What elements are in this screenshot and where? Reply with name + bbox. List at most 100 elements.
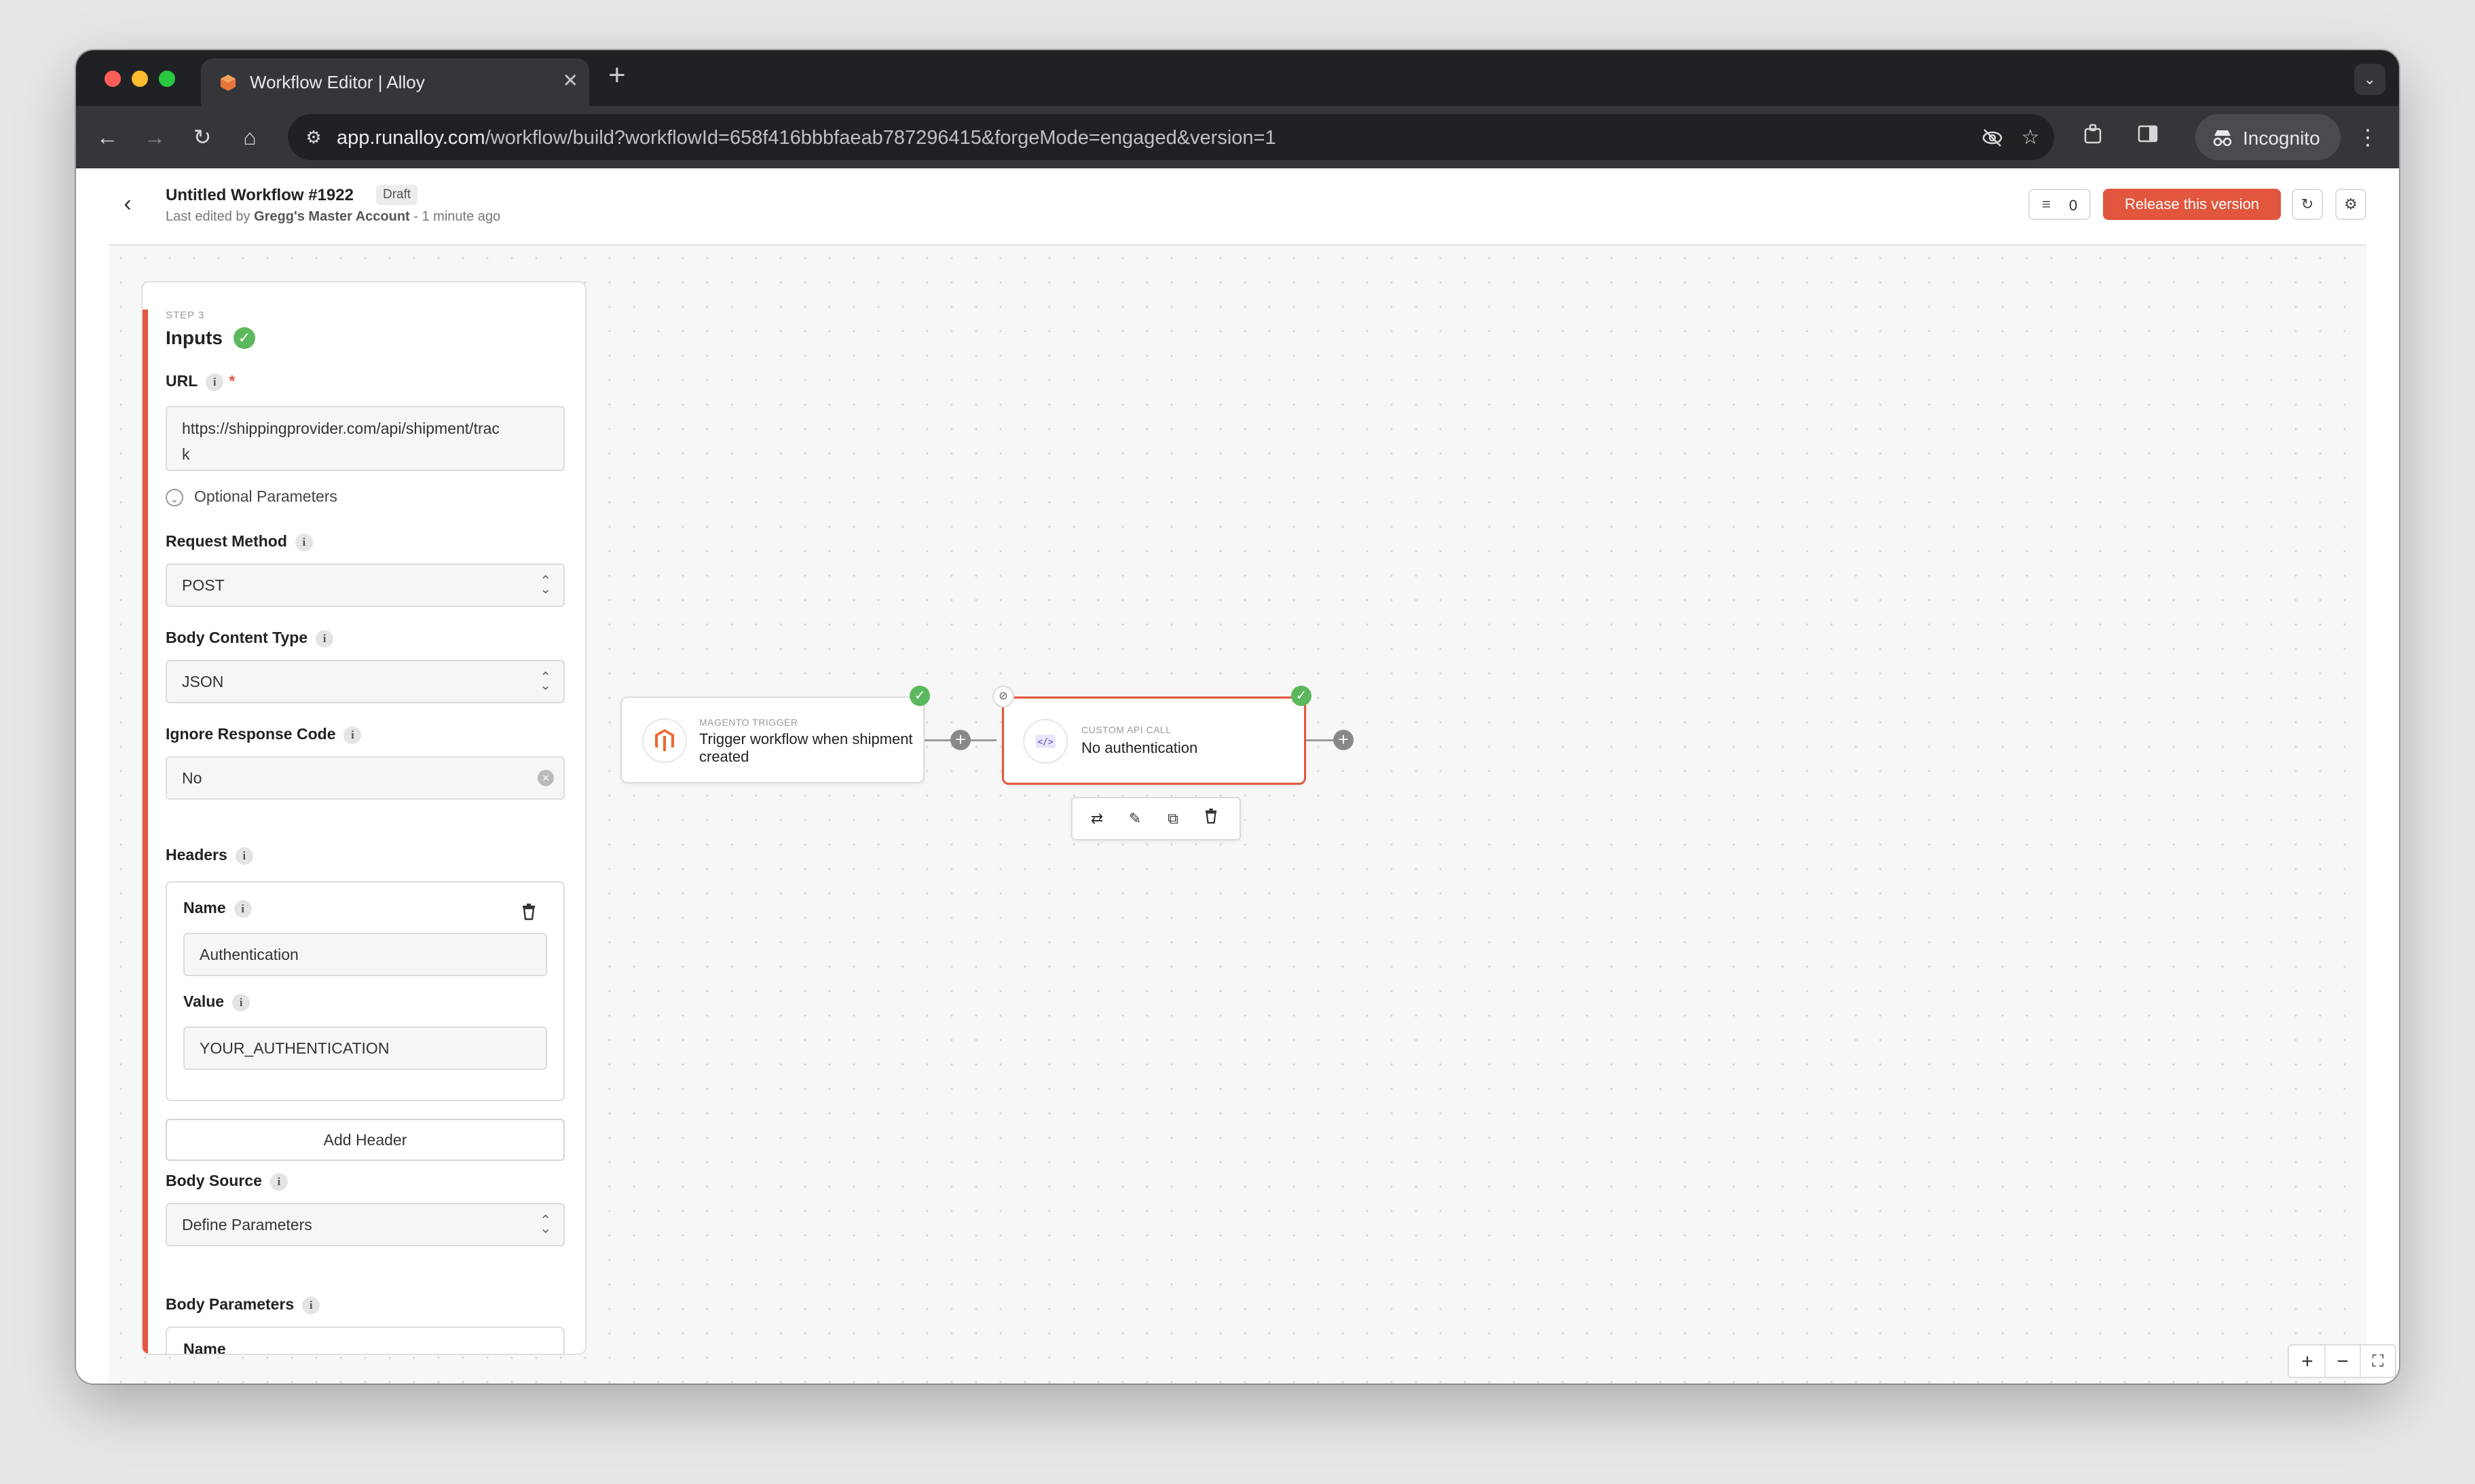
header-name-label: Name i [183, 899, 252, 918]
zoom-in-icon[interactable]: + [2290, 1347, 2324, 1377]
body-parameters-label: Body Parameters i [166, 1295, 320, 1314]
info-icon[interactable]: i [235, 847, 253, 865]
eye-off-icon[interactable]: ⊘ [992, 686, 1014, 707]
ignore-response-code-label: Ignore Response Code i [166, 725, 362, 744]
fit-view-icon[interactable]: ⛶ [2361, 1347, 2395, 1377]
issues-count: 0 [2069, 197, 2078, 214]
side-panel-icon[interactable] [2133, 122, 2163, 152]
settings-icon[interactable]: ⚙ [2335, 189, 2366, 220]
trash-icon[interactable] [1200, 808, 1222, 830]
zoom-controls: + − ⛶ [2288, 1344, 2396, 1378]
body-content-type-select[interactable]: JSON ⌃ ⌄ [166, 660, 565, 703]
magento-icon [655, 729, 674, 752]
info-icon[interactable]: i [269, 1172, 288, 1191]
header-value-input[interactable]: YOUR_AUTHENTICATION [183, 1026, 547, 1070]
required-asterisk: * [229, 372, 236, 390]
incognito-icon [2213, 130, 2232, 147]
ignore-response-code-select[interactable]: No × [166, 756, 565, 800]
minimize-window-button[interactable] [132, 71, 148, 87]
swap-icon[interactable]: ⇄ [1086, 808, 1108, 830]
header-entry: Name i Authentication Value i YOUR_AUTHENT… [166, 881, 565, 1101]
issues-button[interactable]: ≡ 0 [2028, 189, 2091, 220]
body-param-name-label: Name [183, 1340, 226, 1355]
header-name-input[interactable]: Authentication [183, 933, 547, 976]
delete-header-icon[interactable] [521, 903, 536, 921]
back-icon[interactable]: ← [92, 122, 122, 152]
address-bar[interactable]: ⚙ app.runalloy.com/workflow/build?workfl… [288, 114, 2054, 160]
workflow-canvas[interactable]: STEP 3 Inputs ✓ URL i * https://shippingpr… [109, 246, 2396, 1384]
site-info-icon[interactable]: ⚙ [303, 126, 324, 148]
body-parameter-entry: Name [166, 1327, 565, 1355]
reload-icon[interactable]: ↻ [187, 122, 217, 152]
maximize-window-button[interactable] [159, 71, 175, 87]
select-chevron-icon: ⌃ ⌄ [540, 574, 551, 597]
node-type-label: MAGENTO TRIGGER [699, 717, 798, 728]
body-source-label: Body Source i [166, 1172, 288, 1191]
step-inputs-panel: STEP 3 Inputs ✓ URL i * https://shippingpr… [141, 281, 587, 1355]
url-input[interactable]: https://shippingprovider.com/api/shipmen… [166, 406, 565, 471]
node-action-toolbar: ⇄ ✎ ⧉ [1071, 797, 1241, 840]
alloy-favicon-icon [221, 75, 236, 91]
node-description: No authentication [1081, 739, 1198, 756]
node-type-label: CUSTOM API CALL [1081, 724, 1172, 735]
extensions-icon[interactable] [2079, 122, 2108, 152]
request-method-select[interactable]: POST ⌃ ⌄ [166, 563, 565, 607]
close-tab-icon[interactable]: ✕ [563, 69, 578, 92]
chevron-down-icon: ⌄ [166, 488, 183, 506]
incognito-indicator[interactable]: Incognito [2195, 114, 2341, 160]
close-window-button[interactable] [105, 71, 121, 87]
node-icon [642, 718, 687, 763]
connector-line [1306, 739, 1333, 741]
add-step-icon[interactable]: + [950, 730, 971, 750]
complete-check-icon: ✓ [234, 327, 255, 349]
edit-icon[interactable]: ✎ [1124, 808, 1146, 830]
svg-text:</>: </> [1037, 737, 1054, 747]
info-icon[interactable]: i [316, 629, 334, 648]
url-text[interactable]: app.runalloy.com/workflow/build?workflow… [337, 127, 1276, 149]
new-tab-button[interactable]: + [608, 58, 626, 92]
release-version-button[interactable]: Release this version [2103, 189, 2281, 220]
custom-api-call-node[interactable]: </> CUSTOM API CALL No authentication [1002, 697, 1306, 785]
browser-toolbar: ← → ↻ ⌂ ⚙ app.runalloy.com/workflow/buil… [76, 106, 2399, 168]
status-badge: Draft [376, 185, 418, 205]
url-label: URL i * [166, 372, 236, 391]
clear-icon[interactable]: × [538, 770, 554, 786]
panel-accent-bar [143, 310, 148, 1354]
select-chevron-icon: ⌃ ⌄ [540, 1213, 551, 1236]
back-chevron-icon[interactable]: ‹ [117, 192, 138, 215]
node-icon: </> [1023, 719, 1068, 764]
eye-off-icon[interactable] [1981, 126, 2004, 149]
body-content-type-label: Body Content Type i [166, 629, 334, 648]
forward-icon[interactable]: → [140, 122, 170, 152]
list-icon: ≡ [2042, 196, 2051, 212]
tab-search-button[interactable]: ⌄ [2354, 64, 2385, 95]
info-icon[interactable]: i [234, 899, 252, 918]
magento-trigger-node[interactable]: MAGENTO TRIGGER Trigger workflow when sh… [620, 697, 925, 783]
history-icon[interactable]: ↻ [2292, 189, 2323, 220]
panel-heading: Inputs [166, 327, 223, 348]
select-chevron-icon: ⌃ ⌄ [540, 670, 551, 693]
last-edited-text: Last edited by Gregg's Master Account - … [166, 209, 501, 224]
workflow-title[interactable]: Untitled Workflow #1922 [166, 186, 354, 205]
info-icon[interactable]: i [295, 533, 313, 551]
info-icon[interactable]: i [302, 1296, 320, 1314]
header-value-label: Value i [183, 993, 250, 1012]
tab-title: Workflow Editor | Alloy [250, 72, 425, 92]
info-icon[interactable]: i [206, 373, 224, 391]
browser-tab[interactable]: Workflow Editor | Alloy ✕ [201, 58, 589, 106]
node-description: Trigger workflow when shipment created [699, 730, 913, 765]
add-header-button[interactable]: Add Header [166, 1119, 565, 1161]
optional-parameters-toggle[interactable]: ⌄ Optional Parameters [166, 487, 337, 506]
browser-menu-icon[interactable]: ⋮ [2353, 122, 2383, 152]
headers-label: Headers i [166, 846, 253, 865]
add-step-icon[interactable]: + [1333, 730, 1354, 750]
home-icon[interactable]: ⌂ [235, 122, 265, 152]
bookmark-star-icon[interactable]: ☆ [2019, 126, 2042, 149]
body-source-select[interactable]: Define Parameters ⌃ ⌄ [166, 1203, 565, 1246]
browser-window: Workflow Editor | Alloy ✕ + ⌄ ← → ↻ ⌂ ⚙ … [76, 50, 2399, 1384]
code-icon: </> [1035, 735, 1056, 748]
info-icon[interactable]: i [232, 993, 250, 1012]
info-icon[interactable]: i [343, 726, 362, 744]
duplicate-icon[interactable]: ⧉ [1162, 808, 1184, 830]
zoom-out-icon[interactable]: − [2326, 1347, 2360, 1377]
